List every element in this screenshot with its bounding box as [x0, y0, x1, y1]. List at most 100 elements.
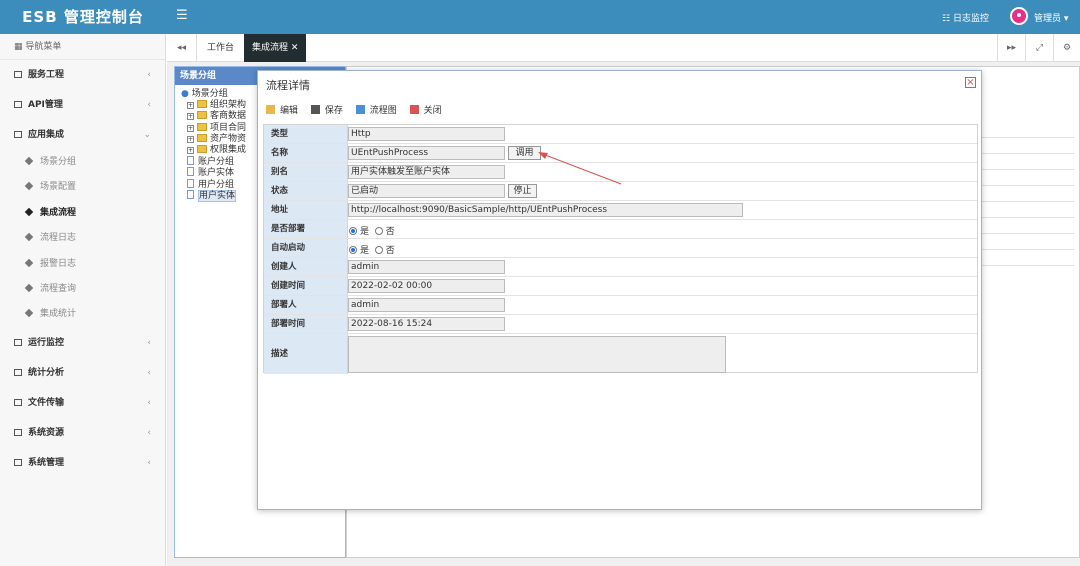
created-at-field[interactable]: 2022-02-02 00:00: [348, 279, 505, 293]
form-row-deployed-at: 部署时间 2022-08-16 15:24: [264, 315, 977, 334]
expand-icon[interactable]: +: [187, 124, 194, 132]
form-row-autostart: 自动启动 是 否: [264, 239, 977, 258]
close-icon[interactable]: ✕: [291, 43, 299, 53]
fullscreen-icon[interactable]: ⤢: [1025, 34, 1053, 62]
top-navbar: ESB 管理控制台 ☰ ☷ 日志监控 管理员 ▾: [0, 0, 1080, 34]
field-label: 创建人: [264, 258, 347, 276]
deployed-at-field[interactable]: 2022-08-16 15:24: [348, 317, 505, 331]
leaf-icon: [24, 207, 34, 217]
sidebar-item-app-integration[interactable]: 应用集成 ⌄: [0, 120, 165, 150]
field-label: 部署人: [264, 296, 347, 314]
alias-field[interactable]: 用户实体触发至账户实体: [348, 165, 505, 179]
radio-label: 否: [385, 246, 395, 256]
edit-button[interactable]: 编辑: [266, 105, 303, 116]
description-textarea[interactable]: [348, 336, 726, 373]
expand-icon[interactable]: +: [187, 113, 194, 121]
radio-label: 否: [385, 227, 395, 237]
sidebar-item-api[interactable]: API管理 ‹: [0, 90, 165, 120]
status-field[interactable]: 已启动: [348, 184, 505, 198]
tree-root-label: 场景分组: [191, 89, 228, 99]
close-label: 关闭: [423, 106, 442, 116]
edit-label: 编辑: [280, 106, 299, 116]
chevron-left-icon: ‹: [147, 367, 151, 378]
leaf-icon: [24, 283, 34, 293]
autostart-no-radio[interactable]: [374, 246, 383, 254]
tree-node-label: 用户分组: [198, 179, 235, 190]
tab-integration-flow[interactable]: 集成流程 ✕: [244, 34, 307, 62]
sidebar-item-label: 文件传输: [28, 397, 65, 408]
sidebar-item-label: API管理: [28, 100, 63, 110]
flowchart-button[interactable]: 流程图: [355, 105, 402, 116]
folder-icon: [14, 398, 22, 406]
user-menu[interactable]: 管理员 ▾: [1034, 11, 1068, 24]
sidebar-item-label: 服务工程: [28, 70, 65, 80]
leaf-icon: [24, 309, 34, 318]
leaf-icon: [24, 182, 34, 191]
close-icon[interactable]: ×: [965, 77, 976, 88]
scroll-left-icon[interactable]: ◂◂: [167, 34, 197, 62]
sidebar-item-run-monitor[interactable]: 运行监控 ‹: [0, 328, 165, 358]
expand-icon[interactable]: +: [187, 135, 194, 143]
sidebar-subitem-scene-group[interactable]: 场景分组: [0, 150, 165, 175]
tree-node-label: 权限集成: [210, 144, 247, 155]
folder-icon: [14, 131, 22, 138]
sidebar-subitem-integration-stats[interactable]: 集成统计: [0, 302, 165, 327]
sidebar-subitem-flow-log[interactable]: 流程日志: [0, 226, 165, 251]
tab-label: 工作台: [207, 43, 235, 53]
sidebar-item-system-resources[interactable]: 系统资源 ‹: [0, 418, 165, 448]
gear-icon[interactable]: ⚙: [1053, 34, 1080, 62]
expand-icon[interactable]: +: [187, 146, 194, 154]
folder-icon: [197, 111, 207, 120]
close-icon: [409, 105, 419, 114]
stop-button[interactable]: 停止: [508, 184, 537, 198]
field-label: 别名: [264, 163, 347, 181]
deployed-no-radio[interactable]: [374, 227, 383, 235]
sidebar-subitem-flow-query[interactable]: 流程查询: [0, 277, 165, 302]
invoke-button[interactable]: 调用: [508, 146, 541, 160]
sidebar-item-label: 系统管理: [28, 457, 65, 468]
pencil-icon: [266, 105, 275, 114]
sidebar-subitem-alarm-log[interactable]: 报警日志: [0, 252, 165, 277]
document-icon: [187, 189, 194, 199]
sidebar-item-file-transfer[interactable]: 文件传输 ‹: [0, 388, 165, 418]
menu-toggle-icon[interactable]: ☰: [176, 8, 188, 23]
autostart-yes-radio[interactable]: [349, 246, 357, 254]
folder-icon: [197, 133, 207, 142]
sidebar-item-label: 应用集成: [28, 130, 65, 140]
app-title: ESB 管理控制台: [22, 8, 144, 26]
avatar[interactable]: [1010, 7, 1028, 25]
database-icon: ●: [181, 89, 192, 99]
creator-field[interactable]: admin: [348, 260, 505, 274]
log-monitor-link[interactable]: ☷ 日志监控: [942, 11, 989, 24]
deployed-yes-radio[interactable]: [349, 227, 357, 235]
sidebar-subitem-scene-config[interactable]: 场景配置: [0, 175, 165, 200]
deployer-field[interactable]: admin: [348, 298, 505, 312]
sidebar-submenu: 场景分组 场景配置 集成流程 流程日志 报警日志 流程查询 集成统计: [0, 150, 165, 328]
sidebar-item-statistics[interactable]: 统计分析 ‹: [0, 358, 165, 388]
name-field[interactable]: UEntPushProcess: [348, 146, 505, 160]
tree-node-label: 项目合同: [210, 122, 247, 133]
scroll-right-icon[interactable]: ▸▸: [997, 34, 1025, 62]
leaf-icon: [24, 156, 34, 166]
address-field[interactable]: http://localhost:9090/BasicSample/http/U…: [348, 203, 743, 217]
expand-icon[interactable]: +: [187, 102, 194, 110]
tab-workbench[interactable]: 工作台: [199, 34, 242, 62]
flow-detail-form: 类型 Http 名称 UEntPushProcess 调用 别名 用户实体触发至账…: [263, 124, 978, 374]
save-button[interactable]: 保存: [310, 105, 348, 116]
sidebar-subitem-label: 集成统计: [40, 309, 77, 320]
type-field[interactable]: Http: [348, 127, 505, 141]
sidebar-subitem-integration-flow[interactable]: 集成流程: [0, 201, 165, 226]
document-icon: [187, 167, 194, 177]
form-row-creator: 创建人 admin: [264, 258, 977, 277]
sidebar-item-system-admin[interactable]: 系统管理 ‹: [0, 448, 165, 478]
folder-icon: [197, 144, 207, 153]
tab-label: 集成流程: [252, 43, 289, 53]
folder-icon: [197, 122, 207, 131]
form-row-name: 名称 UEntPushProcess 调用: [264, 144, 977, 163]
field-label: 是否部署: [264, 220, 347, 238]
close-button[interactable]: 关闭: [409, 105, 447, 116]
field-label: 自动启动: [264, 239, 347, 257]
folder-icon: [14, 338, 22, 346]
form-row-alias: 别名 用户实体触发至账户实体: [264, 163, 977, 182]
sidebar-item-service-project[interactable]: 服务工程 ‹: [0, 60, 165, 90]
